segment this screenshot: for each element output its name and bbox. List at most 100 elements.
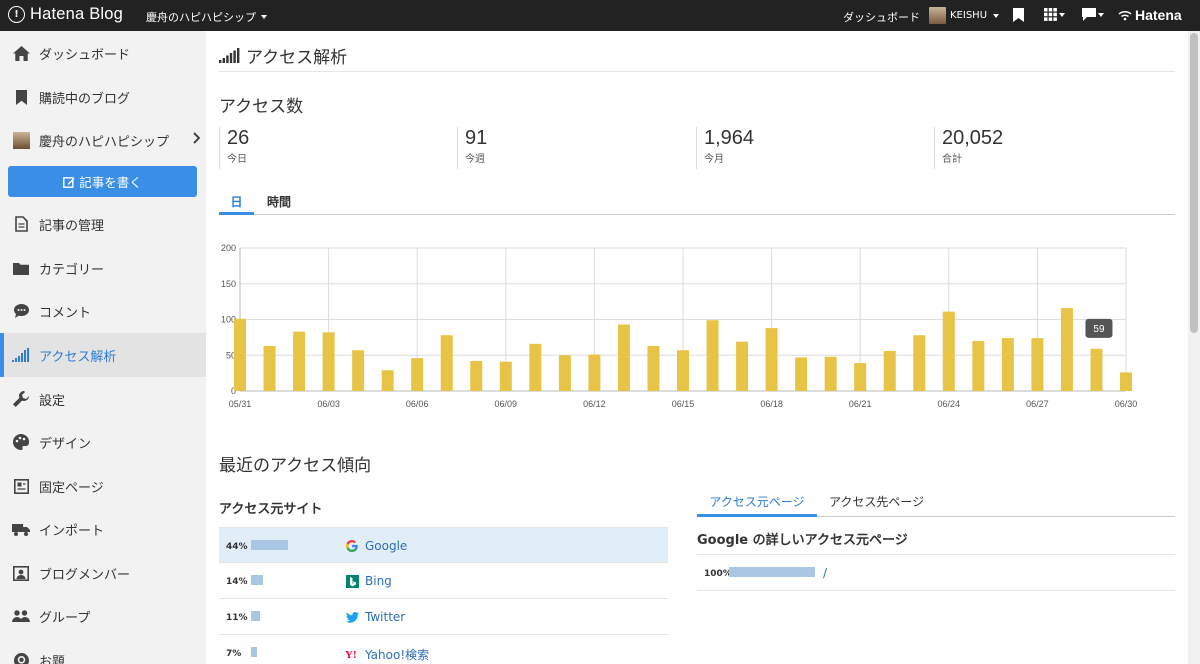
bar-06-22: [883, 350, 896, 391]
sidebar-item-dashboard[interactable]: ダッシュボード: [0, 31, 206, 75]
dashboard-link[interactable]: ダッシュボード: [843, 9, 920, 25]
x-tick-label: 06/06: [406, 399, 429, 409]
x-tick-label: 06/27: [1026, 399, 1049, 409]
bookmark-icon[interactable]: [1013, 8, 1024, 22]
page-tabs: アクセス元ページ アクセス先ページ: [697, 490, 1175, 517]
sidebar-item-members[interactable]: ブログメンバー: [0, 551, 206, 595]
blog-switcher[interactable]: 慶舟のハピハピシップ: [146, 9, 267, 25]
sidebar-item-comments[interactable]: コメント: [0, 289, 206, 333]
stat-total-value: 20,052: [942, 127, 1004, 149]
twitter-icon: [345, 610, 359, 624]
sidebar-item-analytics[interactable]: アクセス解析: [0, 333, 206, 377]
tab-day[interactable]: 日: [219, 193, 254, 215]
palette-icon: [12, 433, 30, 451]
sidebar-item-groups[interactable]: グループ: [0, 594, 206, 638]
access-bar-chart: 05010015020005/31 06/03 06/06 06/09 06/12 06/…: [221, 243, 1137, 409]
bar-06-30: [1120, 372, 1132, 391]
user-name: KEISHU: [950, 10, 988, 21]
google-icon: [345, 539, 359, 553]
bar-06-05: [381, 370, 394, 391]
yahoo-icon: Y!: [345, 646, 359, 660]
apps-grid-icon[interactable]: [1044, 8, 1065, 21]
bar-06-19: [795, 357, 808, 391]
hatena-blog-logo-icon: !: [8, 6, 25, 23]
x-tick-label: 06/03: [317, 399, 340, 409]
hatena-blog-logo[interactable]: ! Hatena Blog: [8, 5, 123, 24]
x-tick-label: 06/09: [495, 399, 518, 409]
sidebar: ダッシュボード 購読中のブログ 慶舟のハピハピシップ 記事を書く 記事の管理 カ…: [0, 31, 206, 664]
table-row[interactable]: 11% Twitter: [219, 599, 668, 635]
tab-destination-pages[interactable]: アクセス先ページ: [829, 493, 924, 517]
bar-06-12: [588, 354, 601, 391]
sidebar-item-themes[interactable]: お題: [0, 638, 206, 664]
tab-source-pages[interactable]: アクセス元ページ: [697, 493, 817, 517]
bar-06-26: [1001, 338, 1014, 391]
user-menu[interactable]: KEISHU: [929, 7, 1000, 24]
source-share-bar: [251, 540, 288, 550]
y-tick-label: 100: [221, 315, 236, 325]
page-path-link[interactable]: /: [823, 566, 827, 580]
blog-switcher-label: 慶舟のハピハピシップ: [146, 11, 256, 24]
bar-06-01: [263, 345, 276, 391]
y-tick-label: 150: [221, 279, 236, 289]
sidebar-item-categories[interactable]: カテゴリー: [0, 246, 206, 290]
chart-tooltip-label: 59: [1093, 324, 1105, 335]
stat-today-label: 今日: [227, 154, 247, 165]
table-row[interactable]: 7% Y! Yahoo!検索: [219, 635, 668, 664]
home-icon: [12, 44, 30, 62]
period-tabs: 日 時間: [219, 189, 1175, 215]
bar-06-10: [529, 343, 542, 391]
hatena-wifi-icon: [1118, 10, 1132, 21]
page-icon: [12, 477, 30, 495]
bar-06-20: [824, 356, 837, 391]
stat-week-label: 今週: [465, 154, 485, 165]
sidebar-item-articles[interactable]: 記事の管理: [0, 202, 206, 246]
sidebar-item-subscriptions[interactable]: 購読中のブログ: [0, 75, 206, 119]
recent-trend-heading: 最近のアクセス傾向: [219, 456, 372, 476]
bar-06-07: [440, 335, 453, 391]
caret-down-icon: [261, 15, 267, 19]
bar-06-14: [647, 345, 660, 391]
source-link-twitter[interactable]: Twitter: [365, 610, 405, 624]
stat-week-value: 91: [465, 127, 488, 149]
stat-month: 1,964 今月: [696, 127, 936, 169]
top-bar: ! Hatena Blog 慶舟のハピハピシップ ダッシュボード KEISHU …: [0, 0, 1200, 31]
svg-text:Y!: Y!: [345, 649, 357, 659]
bar-06-29: [1090, 348, 1103, 391]
table-row[interactable]: 44% Google: [219, 527, 668, 563]
x-tick-label: 06/24: [938, 399, 961, 409]
bar-06-15: [677, 350, 689, 391]
sidebar-item-import[interactable]: インポート: [0, 507, 206, 551]
stat-month-value: 1,964: [704, 127, 755, 149]
bar-06-11: [558, 355, 571, 391]
source-link-yahoo[interactable]: Yahoo!検索: [365, 646, 429, 663]
blog-avatar: [12, 131, 30, 149]
notification-icon[interactable]: [1082, 8, 1104, 21]
signal-icon: [12, 346, 30, 364]
source-percent: 7%: [226, 649, 242, 659]
member-icon: [12, 564, 30, 582]
table-row[interactable]: 100% /: [697, 555, 1175, 591]
write-article-label: 記事を書く: [79, 175, 142, 190]
write-article-button[interactable]: 記事を書く: [8, 166, 197, 197]
sidebar-item-design[interactable]: デザイン: [0, 420, 206, 464]
table-row[interactable]: 14% Bing: [219, 563, 668, 599]
sidebar-item-settings[interactable]: 設定: [0, 377, 206, 421]
page-scrollbar[interactable]: [1188, 31, 1200, 664]
bookmark-icon: [12, 88, 30, 106]
bar-06-02: [293, 331, 306, 391]
main-content: アクセス解析 アクセス数 26 今日 91 今週 1,964 今月 20,052…: [206, 31, 1188, 664]
bar-06-04: [352, 350, 365, 391]
sidebar-item-fixed-pages[interactable]: 固定ページ: [0, 464, 206, 508]
signal-icon: [219, 48, 240, 63]
sidebar-item-blog[interactable]: 慶舟のハピハピシップ: [0, 118, 206, 162]
source-link-google[interactable]: Google: [365, 539, 407, 553]
tab-hour[interactable]: 時間: [267, 193, 291, 215]
hatena-brand-link[interactable]: Hatena: [1118, 7, 1182, 23]
folder-icon: [12, 259, 30, 277]
bing-icon: [345, 574, 359, 588]
bar-06-18: [765, 328, 778, 391]
x-tick-label: 06/18: [760, 399, 783, 409]
source-link-bing[interactable]: Bing: [365, 574, 392, 588]
scrollbar-thumb[interactable]: [1190, 33, 1198, 333]
